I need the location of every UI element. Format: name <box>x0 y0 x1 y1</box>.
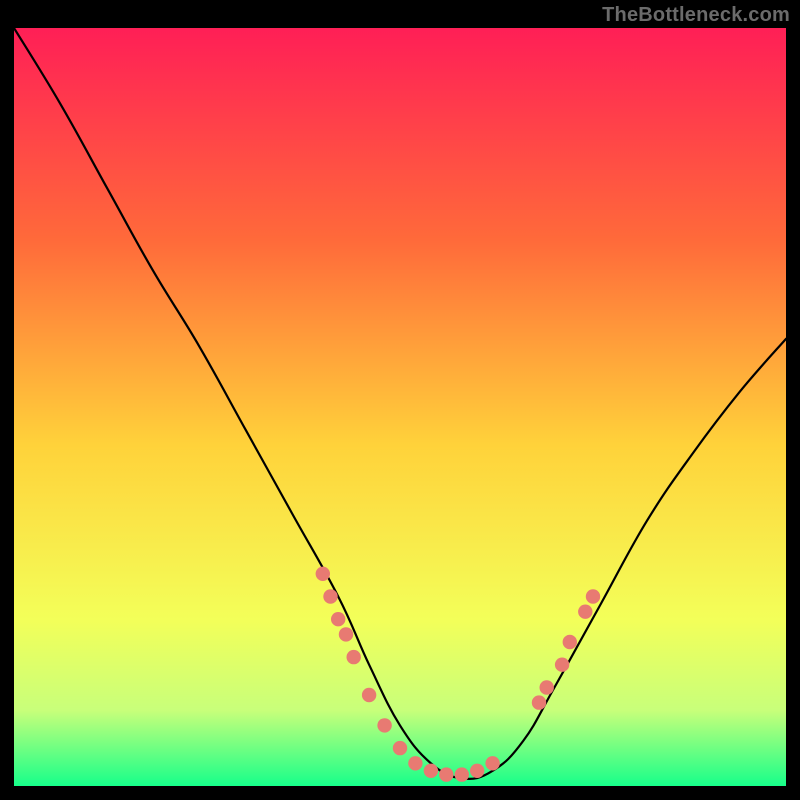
curve-dot <box>323 589 337 603</box>
curve-dot <box>393 741 407 755</box>
plot-frame <box>14 28 786 786</box>
plot-svg <box>14 28 786 786</box>
curve-dot <box>578 605 592 619</box>
curve-dot <box>424 764 438 778</box>
gradient-bg <box>14 28 786 786</box>
curve-dot <box>316 567 330 581</box>
curve-dot <box>331 612 345 626</box>
curve-dot <box>555 658 569 672</box>
curve-dot <box>339 627 353 641</box>
watermark-text: TheBottleneck.com <box>602 4 790 27</box>
curve-dot <box>532 695 546 709</box>
curve-dot <box>540 680 554 694</box>
chart-stage: TheBottleneck.com <box>0 0 800 800</box>
curve-dot <box>347 650 361 664</box>
curve-dot <box>377 718 391 732</box>
curve-dot <box>455 767 469 781</box>
curve-dot <box>408 756 422 770</box>
curve-dot <box>439 767 453 781</box>
curve-dot <box>586 589 600 603</box>
curve-dot <box>563 635 577 649</box>
curve-dot <box>485 756 499 770</box>
curve-dot <box>362 688 376 702</box>
curve-dot <box>470 764 484 778</box>
